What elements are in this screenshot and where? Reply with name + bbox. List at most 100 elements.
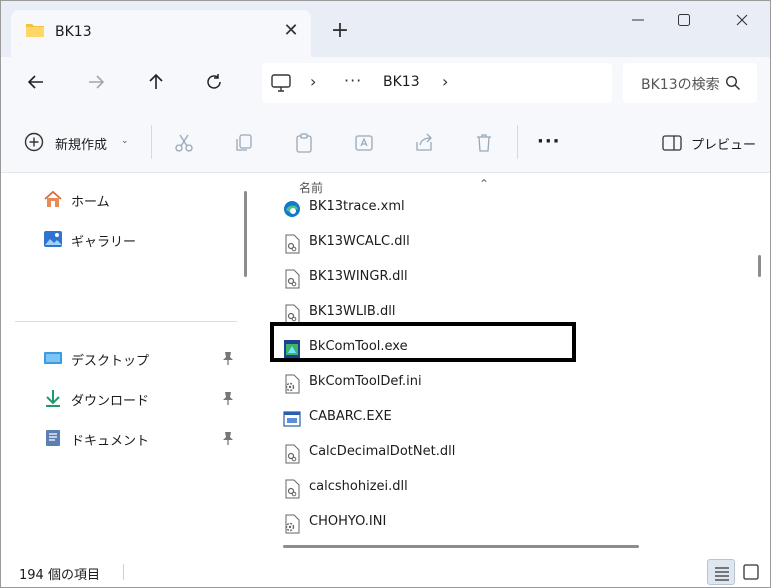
search-placeholder: BK13の検索 <box>641 77 720 93</box>
nav-item-label: デスクトップ <box>71 354 150 369</box>
new-button-label: 新規作成 <box>55 138 108 153</box>
more-options-button[interactable]: ··· <box>537 131 561 152</box>
nav-item-gallery[interactable]: ギャラリー <box>15 224 245 254</box>
share-button[interactable] <box>410 129 438 157</box>
dll-file-icon <box>285 479 300 499</box>
file-name: BK13trace.xml <box>309 199 405 214</box>
item-count: 194 個の項目 <box>19 568 100 583</box>
pin-icon[interactable] <box>221 431 235 445</box>
paste-button[interactable] <box>290 129 318 157</box>
preview-pane-label: プレビュー <box>691 138 757 153</box>
refresh-button[interactable] <box>199 67 229 97</box>
file-explorer-window: BK13 ✕ + › ··· BK13 › BK13の検索 新規作成 ⌄ ···… <box>0 0 771 588</box>
toolbar-divider <box>517 125 518 159</box>
breadcrumb-separator: › <box>310 72 317 91</box>
arrow-up-icon <box>149 73 163 89</box>
back-button[interactable] <box>21 67 51 97</box>
rename-icon <box>355 135 373 151</box>
search-input[interactable]: BK13の検索 <box>623 63 757 103</box>
file-name: CABARC.EXE <box>309 409 392 424</box>
dll-file-icon <box>285 269 300 289</box>
home-icon <box>44 190 62 207</box>
nav-item-desktop[interactable]: デスクトップ <box>15 343 245 373</box>
tab-title: BK13 <box>55 24 92 40</box>
file-name: BK13WINGR.dll <box>309 269 408 284</box>
pin-icon[interactable] <box>221 351 235 365</box>
nav-item-home[interactable]: ホーム <box>15 184 245 214</box>
file-name: CalcDecimalDotNet.dll <box>309 444 456 459</box>
cut-button[interactable] <box>170 129 198 157</box>
preview-pane-icon <box>662 135 682 151</box>
close-icon <box>736 14 748 26</box>
details-view-button[interactable] <box>707 559 735 585</box>
nav-item-label: ホーム <box>71 195 110 210</box>
file-row[interactable]: calcshohizei.dll <box>283 473 583 503</box>
toolbar-divider <box>151 125 152 159</box>
delete-button[interactable] <box>470 129 498 157</box>
tab-bk13[interactable]: BK13 ✕ <box>11 10 311 57</box>
arrow-left-icon <box>27 75 43 89</box>
forward-button[interactable] <box>81 67 111 97</box>
nav-item-label: ドキュメント <box>71 434 150 449</box>
file-list-horizontal-scrollbar[interactable] <box>283 545 639 548</box>
document-icon <box>46 430 60 446</box>
maximize-button[interactable] <box>669 7 699 33</box>
file-list: 名前 ⌃ BK13trace.xml BK13WCALC.dll BK13WIN… <box>261 173 770 555</box>
scissors-icon <box>175 134 193 152</box>
clipboard-icon <box>296 133 312 153</box>
nav-item-downloads[interactable]: ダウンロード <box>15 383 245 413</box>
file-row[interactable]: BkComToolDef.ini <box>283 368 583 398</box>
dll-file-icon <box>285 304 300 324</box>
highlight-annotation-box <box>270 322 576 362</box>
copy-icon <box>236 134 252 151</box>
title-bar: BK13 ✕ + <box>1 1 770 57</box>
new-tab-button[interactable]: + <box>327 18 353 44</box>
file-name: BK13WLIB.dll <box>309 304 396 319</box>
tiles-view-button[interactable] <box>737 559 765 585</box>
ini-file-icon <box>285 514 300 534</box>
share-icon <box>416 133 432 151</box>
folder-icon <box>26 24 44 37</box>
file-name: calcshohizei.dll <box>309 479 408 494</box>
nav-divider <box>15 321 237 322</box>
file-row[interactable]: CHOHYO.INI <box>283 508 583 538</box>
close-window-button[interactable] <box>727 7 757 33</box>
address-bar[interactable]: › ··· BK13 › <box>262 63 612 103</box>
file-row[interactable]: BK13WCALC.dll <box>283 228 583 258</box>
file-row[interactable]: CABARC.EXE <box>283 403 583 433</box>
file-row[interactable]: BK13trace.xml <box>283 193 583 223</box>
tiles-view-icon <box>743 564 759 580</box>
file-list-vertical-scrollbar[interactable] <box>758 255 761 277</box>
file-name: BK13WCALC.dll <box>309 234 410 249</box>
nav-item-label: ダウンロード <box>71 394 150 409</box>
sort-ascending-icon: ⌃ <box>479 177 490 191</box>
minimize-icon <box>632 19 644 21</box>
chevron-down-icon: ⌄ <box>121 136 129 146</box>
close-tab-button[interactable]: ✕ <box>279 18 303 44</box>
nav-item-documents[interactable]: ドキュメント <box>15 423 245 453</box>
up-button[interactable] <box>141 67 171 97</box>
download-icon <box>46 390 60 407</box>
edge-xml-icon <box>284 201 300 217</box>
file-row[interactable]: BK13WINGR.dll <box>283 263 583 293</box>
file-row[interactable]: CalcDecimalDotNet.dll <box>283 438 583 468</box>
rename-button[interactable] <box>350 129 378 157</box>
window-exe-icon <box>283 411 301 427</box>
plus-circle-icon <box>24 132 44 152</box>
list-view-icon <box>715 567 729 581</box>
minimize-button[interactable] <box>623 7 653 33</box>
nav-scrollbar[interactable] <box>244 191 247 277</box>
file-name: BkComToolDef.ini <box>309 374 422 389</box>
breadcrumb-bk13[interactable]: BK13 <box>383 74 420 90</box>
status-bar: 194 個の項目 <box>1 555 770 587</box>
nav-item-label: ギャラリー <box>71 235 137 250</box>
dll-file-icon <box>285 234 300 254</box>
desktop-icon <box>44 352 62 364</box>
copy-button[interactable] <box>230 129 258 157</box>
pin-icon[interactable] <box>221 391 235 405</box>
breadcrumb-separator[interactable]: › <box>442 72 448 91</box>
status-separator <box>123 564 124 580</box>
command-bar: 新規作成 ⌄ ··· プレビュー <box>1 109 770 173</box>
file-name: CHOHYO.INI <box>309 514 387 529</box>
breadcrumb-overflow-button[interactable]: ··· <box>344 71 362 90</box>
